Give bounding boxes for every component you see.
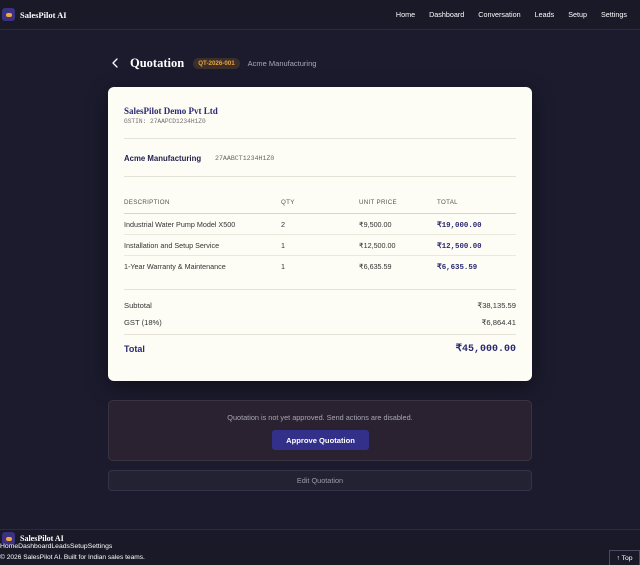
approval-notice-text: Quotation is not yet approved. Send acti… — [227, 413, 413, 422]
footer-link-settings[interactable]: Settings — [88, 543, 113, 550]
logo-icon — [2, 8, 15, 21]
nav-conversation[interactable]: Conversation — [471, 10, 527, 19]
nav-setup[interactable]: Setup — [561, 10, 594, 19]
client-name: Acme Manufacturing — [247, 58, 317, 68]
divider — [124, 138, 516, 139]
gst-label: GST (18%) — [124, 318, 162, 327]
divider — [124, 289, 516, 290]
gst-value: ₹6,864.41 — [481, 318, 516, 327]
back-arrow-icon[interactable] — [108, 56, 122, 70]
item-description: Installation and Setup Service — [124, 241, 220, 250]
brand-name: SalesPilot AI — [20, 9, 67, 20]
seller-gstin: GSTIN: 27AAPCD1234H1Z0 — [124, 118, 206, 125]
total-label: Total — [124, 344, 145, 354]
nav-leads[interactable]: Leads — [528, 10, 562, 19]
row-divider — [124, 234, 516, 235]
top-navbar: SalesPilot AI Home Dashboard Conversatio… — [0, 0, 640, 30]
footer-links: Home Dashboard Leads Setup Settings — [0, 543, 112, 550]
item-qty: 2 — [281, 220, 285, 229]
col-header-description: DESCRIPTION — [124, 199, 170, 206]
row-divider — [124, 255, 516, 256]
footer: SalesPilot AI Home Dashboard Leads Setup… — [0, 529, 640, 565]
divider — [124, 176, 516, 177]
nav-dashboard[interactable]: Dashboard — [422, 10, 471, 19]
subtotal-label: Subtotal — [124, 301, 152, 310]
item-unit-price: ₹9,500.00 — [359, 220, 392, 229]
total-value: ₹45,000.00 — [455, 344, 516, 355]
quotation-card: SalesPilot Demo Pvt Ltd GSTIN: 27AAPCD12… — [108, 87, 532, 381]
quote-id-badge: QT-2026-001 — [193, 57, 240, 69]
col-header-unit-price: UNIT PRICE — [359, 199, 397, 206]
item-total: ₹6,635.59 — [437, 264, 478, 272]
nav-home[interactable]: Home — [389, 10, 422, 19]
item-qty: 1 — [281, 262, 285, 271]
approval-notice: Quotation is not yet approved. Send acti… — [108, 400, 532, 461]
buyer-gstin: 27AABCT1234H1Z0 — [215, 155, 275, 162]
back-to-top-button[interactable]: ↑ Top — [609, 550, 640, 565]
table-header-divider — [124, 213, 516, 214]
nav-links: Home Dashboard Conversation Leads Setup … — [389, 10, 634, 19]
brand[interactable]: SalesPilot AI — [2, 8, 67, 21]
nav-settings[interactable]: Settings — [594, 10, 634, 19]
edit-quotation-button[interactable]: Edit Quotation — [108, 470, 532, 491]
item-total: ₹19,000.00 — [437, 222, 482, 230]
item-description: Industrial Water Pump Model X500 — [124, 220, 236, 229]
page-title: Quotation — [130, 55, 185, 70]
approve-quotation-button[interactable]: Approve Quotation — [272, 430, 369, 450]
footer-link-leads[interactable]: Leads — [51, 543, 70, 550]
col-header-qty: QTY — [281, 199, 295, 206]
col-header-total: TOTAL — [437, 199, 458, 206]
item-description: 1-Year Warranty & Maintenance — [124, 262, 226, 271]
footer-link-home[interactable]: Home — [0, 543, 18, 550]
buyer-name: Acme Manufacturing — [124, 154, 202, 163]
page-header: Quotation QT-2026-001 Acme Manufacturing — [108, 54, 316, 72]
subtotal-value: ₹38,135.59 — [477, 301, 516, 310]
item-total: ₹12,500.00 — [437, 243, 482, 251]
divider — [124, 334, 516, 335]
item-unit-price: ₹6,635.59 — [359, 262, 392, 271]
item-unit-price: ₹12,500.00 — [359, 241, 396, 250]
footer-brand-name: SalesPilot AI — [20, 534, 64, 543]
footer-link-setup[interactable]: Setup — [70, 543, 88, 550]
seller-name: SalesPilot Demo Pvt Ltd — [124, 106, 218, 116]
item-qty: 1 — [281, 241, 285, 250]
copyright-text: © 2026 SalesPilot AI. Built for Indian s… — [0, 554, 145, 561]
footer-link-dashboard[interactable]: Dashboard — [18, 543, 51, 550]
